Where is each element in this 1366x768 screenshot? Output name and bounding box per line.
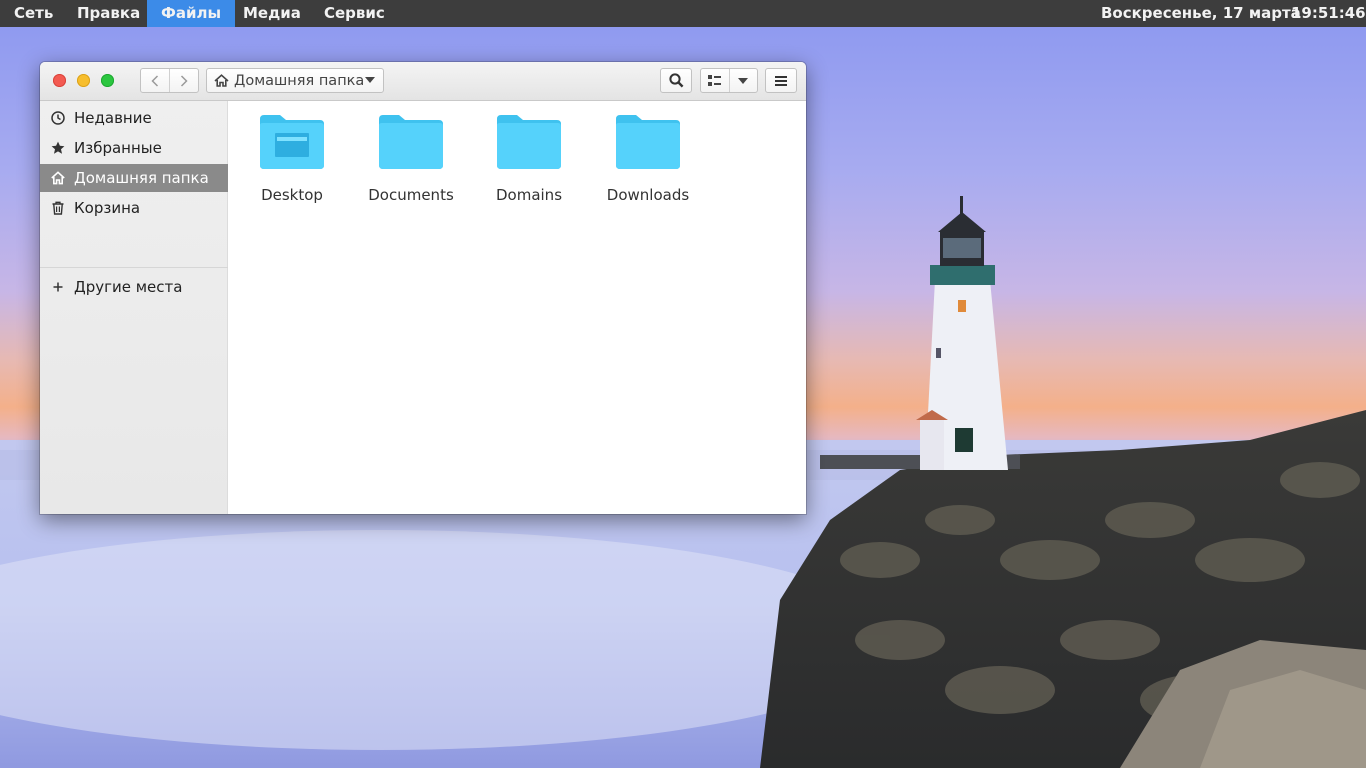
file-name: Downloads	[606, 186, 690, 204]
file-name: Desktop	[261, 186, 323, 204]
folder-icon	[497, 115, 561, 169]
sidebar: Недавние Избранные Домашняя папка Корзин…	[40, 101, 228, 514]
sidebar-item-other-places[interactable]: Другие места	[40, 273, 228, 301]
close-window-button[interactable]	[53, 74, 66, 87]
panel-date[interactable]: Воскресенье, 17 марта	[1101, 0, 1301, 27]
file-item-desktop[interactable]: Desktop	[237, 115, 347, 205]
chevron-left-icon	[151, 74, 159, 87]
sidebar-item-label: Другие места	[74, 278, 183, 296]
window-titlebar[interactable]: Домашняя папка	[40, 62, 806, 101]
desktop-folder-icon	[260, 115, 324, 169]
menu-network[interactable]: Сеть	[0, 0, 67, 27]
menu-service[interactable]: Сервис	[310, 0, 399, 27]
plus-icon	[53, 282, 63, 292]
main-menu-button[interactable]	[765, 68, 797, 93]
sidebar-item-starred[interactable]: Избранные	[40, 134, 228, 162]
folder-icon	[379, 115, 443, 169]
menu-edit[interactable]: Правка	[63, 0, 154, 27]
sidebar-item-label: Домашняя папка	[74, 169, 209, 187]
sidebar-item-label: Недавние	[74, 109, 152, 127]
sidebar-item-trash[interactable]: Корзина	[40, 194, 228, 222]
sidebar-item-home[interactable]: Домашняя папка	[40, 164, 228, 192]
folder-icon	[616, 115, 680, 169]
search-button[interactable]	[660, 68, 692, 93]
view-mode-button[interactable]	[701, 69, 729, 92]
trash-icon	[52, 201, 64, 215]
chevron-right-icon	[180, 74, 188, 87]
chevron-down-icon	[738, 77, 749, 84]
view-options	[700, 68, 758, 93]
sidebar-item-label: Корзина	[74, 199, 141, 217]
sidebar-item-label: Избранные	[74, 139, 162, 157]
sidebar-divider	[40, 267, 228, 268]
navigation-buttons	[140, 68, 199, 93]
star-icon	[51, 141, 65, 154]
menu-files[interactable]: Файлы	[147, 0, 236, 27]
view-dropdown-button[interactable]	[728, 69, 758, 92]
file-view[interactable]: Desktop Documents Domains Downloads	[228, 101, 806, 514]
minimize-window-button[interactable]	[77, 74, 90, 87]
forward-button[interactable]	[169, 69, 198, 92]
file-item-documents[interactable]: Documents	[356, 115, 466, 205]
location-label: Домашняя папка	[234, 72, 365, 89]
sidebar-item-recent[interactable]: Недавние	[40, 104, 228, 132]
home-icon	[214, 74, 229, 87]
home-icon	[51, 171, 65, 185]
list-view-icon	[708, 75, 722, 86]
file-item-domains[interactable]: Domains	[474, 115, 584, 205]
file-manager-window: Домашняя папка Недавние Избранные Домашн…	[40, 62, 806, 514]
file-name: Domains	[495, 186, 563, 204]
file-item-downloads[interactable]: Downloads	[593, 115, 703, 205]
back-button[interactable]	[141, 69, 169, 92]
file-name: Documents	[368, 186, 454, 204]
clock-icon	[51, 111, 65, 125]
location-bar[interactable]: Домашняя папка	[206, 68, 384, 93]
chevron-down-icon	[365, 77, 375, 83]
panel-clock[interactable]: 19:51:46	[1291, 0, 1366, 27]
search-icon	[668, 73, 683, 88]
menu-media[interactable]: Медиа	[229, 0, 315, 27]
top-panel: Сеть Правка Файлы Медиа Сервис Воскресен…	[0, 0, 1366, 27]
maximize-window-button[interactable]	[101, 74, 114, 87]
hamburger-menu-icon	[775, 75, 787, 86]
